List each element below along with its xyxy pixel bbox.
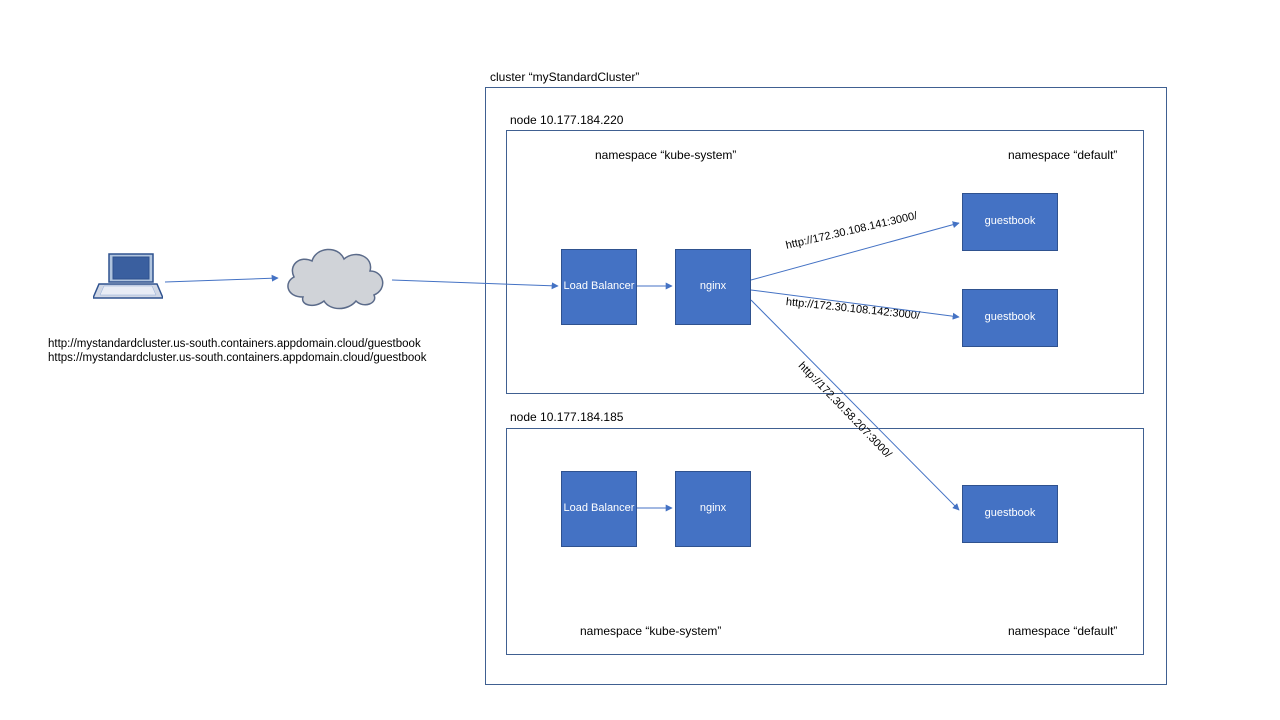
laptop-icon <box>93 252 163 307</box>
cluster-title: cluster “myStandardCluster” <box>490 70 639 84</box>
node-top-guestbook-1: guestbook <box>962 193 1058 251</box>
node-bottom-ns-kube-system: namespace “kube-system” <box>580 624 721 638</box>
node-bottom-lb: Load Balancer <box>561 471 637 547</box>
node-bottom-guestbook: guestbook <box>962 485 1058 543</box>
node-bottom-title: node 10.177.184.185 <box>510 410 623 424</box>
node-bottom-ns-default: namespace “default” <box>1008 624 1117 638</box>
ingress-urls: http://mystandardcluster.us-south.contai… <box>48 337 426 366</box>
node-top-ns-kube-system: namespace “kube-system” <box>595 148 736 162</box>
node-top-nginx: nginx <box>675 249 751 325</box>
node-top-ns-default: namespace “default” <box>1008 148 1117 162</box>
url-https: https://mystandardcluster.us-south.conta… <box>48 351 426 365</box>
node-bottom-nginx: nginx <box>675 471 751 547</box>
node-top-title: node 10.177.184.220 <box>510 113 623 127</box>
url-http: http://mystandardcluster.us-south.contai… <box>48 337 426 351</box>
cloud-icon <box>278 237 393 315</box>
node-top-lb: Load Balancer <box>561 249 637 325</box>
node-top-guestbook-2: guestbook <box>962 289 1058 347</box>
